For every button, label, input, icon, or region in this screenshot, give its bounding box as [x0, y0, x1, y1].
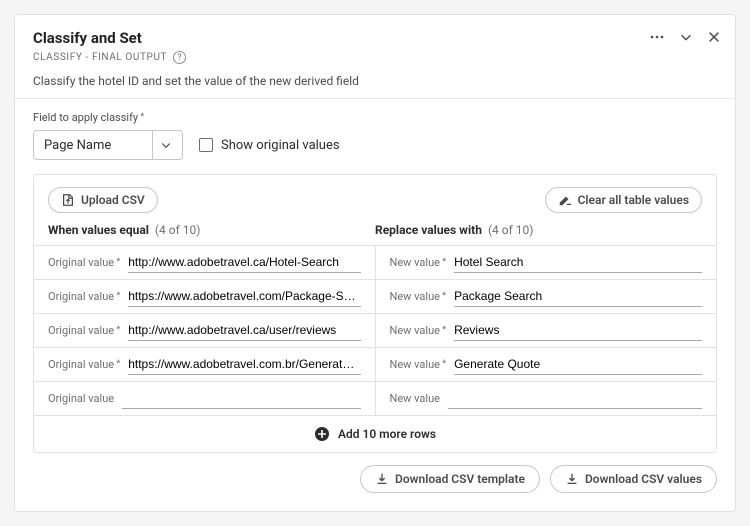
- table-row: Original value New value: [34, 314, 716, 348]
- original-value-label: Original value: [48, 324, 120, 337]
- field-select[interactable]: Page Name: [33, 130, 183, 160]
- new-cell: New value: [376, 382, 717, 415]
- right-header: Replace values with (4 of 10): [375, 223, 702, 237]
- left-header-text: When values equal: [48, 223, 149, 237]
- table-row: Original value New value: [34, 246, 716, 280]
- table-rows: Original value New value Original value New…: [34, 245, 716, 416]
- right-header-text: Replace values with: [375, 223, 482, 237]
- upload-csv-label: Upload CSV: [81, 193, 145, 207]
- classify-panel: Classify and Set CLASSIFY - FINAL OUTPUT…: [14, 14, 736, 512]
- original-value-label: Original value: [48, 290, 120, 303]
- original-cell: Original value: [34, 382, 376, 415]
- values-table: Upload CSV Clear all table values When v…: [33, 174, 717, 453]
- right-header-count: (4 of 10): [488, 223, 534, 237]
- left-header: When values equal (4 of 10): [48, 223, 375, 237]
- original-value-input[interactable]: [128, 252, 360, 273]
- original-value-label: Original value: [48, 392, 114, 405]
- original-value-input[interactable]: [128, 320, 360, 341]
- download-values-label: Download CSV values: [585, 472, 702, 486]
- original-value-input[interactable]: [122, 388, 360, 409]
- table-row: Original value New value: [34, 382, 716, 416]
- new-value-input[interactable]: [454, 354, 702, 375]
- new-value-label: New value: [390, 290, 447, 303]
- left-header-count: (4 of 10): [155, 223, 201, 237]
- header-actions: [649, 29, 721, 45]
- original-cell: Original value: [34, 280, 376, 313]
- download-template-label: Download CSV template: [395, 472, 525, 486]
- chevron-down-icon: [152, 131, 178, 159]
- new-value-input[interactable]: [448, 388, 702, 409]
- add-rows-label: Add 10 more rows: [338, 427, 436, 441]
- new-value-input[interactable]: [454, 252, 702, 273]
- column-headers: When values equal (4 of 10) Replace valu…: [34, 213, 716, 245]
- table-row: Original value New value: [34, 348, 716, 382]
- table-toolbar: Upload CSV Clear all table values: [34, 175, 716, 213]
- panel-header: Classify and Set CLASSIFY - FINAL OUTPUT…: [15, 15, 735, 98]
- clear-table-button[interactable]: Clear all table values: [545, 187, 702, 213]
- original-cell: Original value: [34, 314, 376, 347]
- field-row: Page Name Show original values: [33, 130, 717, 160]
- close-icon[interactable]: [707, 30, 721, 44]
- show-original-row: Show original values: [199, 138, 340, 153]
- chevron-down-icon[interactable]: [679, 30, 693, 44]
- field-select-value: Page Name: [44, 138, 111, 153]
- show-original-checkbox[interactable]: [199, 138, 213, 152]
- new-cell: New value: [376, 314, 717, 347]
- more-icon[interactable]: [649, 29, 665, 45]
- field-label: Field to apply classify: [33, 111, 717, 124]
- breadcrumb-text: CLASSIFY - FINAL OUTPUT: [33, 52, 167, 63]
- new-value-input[interactable]: [454, 320, 702, 341]
- new-cell: New value: [376, 348, 717, 381]
- original-value-label: Original value: [48, 256, 120, 269]
- panel-description: Classify the hotel ID and set the value …: [33, 74, 717, 88]
- new-value-label: New value: [390, 392, 440, 405]
- field-section: Field to apply classify Page Name Show o…: [15, 99, 735, 174]
- footer-buttons: Download CSV template Download CSV value…: [15, 465, 735, 511]
- show-original-label: Show original values: [221, 138, 340, 153]
- panel-title: Classify and Set: [33, 29, 717, 47]
- original-value-input[interactable]: [128, 286, 360, 307]
- upload-csv-button[interactable]: Upload CSV: [48, 187, 158, 213]
- new-cell: New value: [376, 280, 717, 313]
- original-value-input[interactable]: [128, 354, 360, 375]
- download-template-button[interactable]: Download CSV template: [360, 465, 540, 493]
- download-values-button[interactable]: Download CSV values: [550, 465, 717, 493]
- new-cell: New value: [376, 246, 717, 279]
- add-rows-button[interactable]: Add 10 more rows: [34, 416, 716, 452]
- help-icon[interactable]: ?: [173, 51, 186, 64]
- original-cell: Original value: [34, 348, 376, 381]
- original-value-label: Original value: [48, 358, 120, 371]
- original-cell: Original value: [34, 246, 376, 279]
- panel-breadcrumb: CLASSIFY - FINAL OUTPUT ?: [33, 51, 717, 64]
- new-value-label: New value: [390, 324, 447, 337]
- new-value-label: New value: [390, 256, 447, 269]
- table-row: Original value New value: [34, 280, 716, 314]
- new-value-input[interactable]: [454, 286, 702, 307]
- new-value-label: New value: [390, 358, 447, 371]
- clear-table-label: Clear all table values: [578, 193, 689, 207]
